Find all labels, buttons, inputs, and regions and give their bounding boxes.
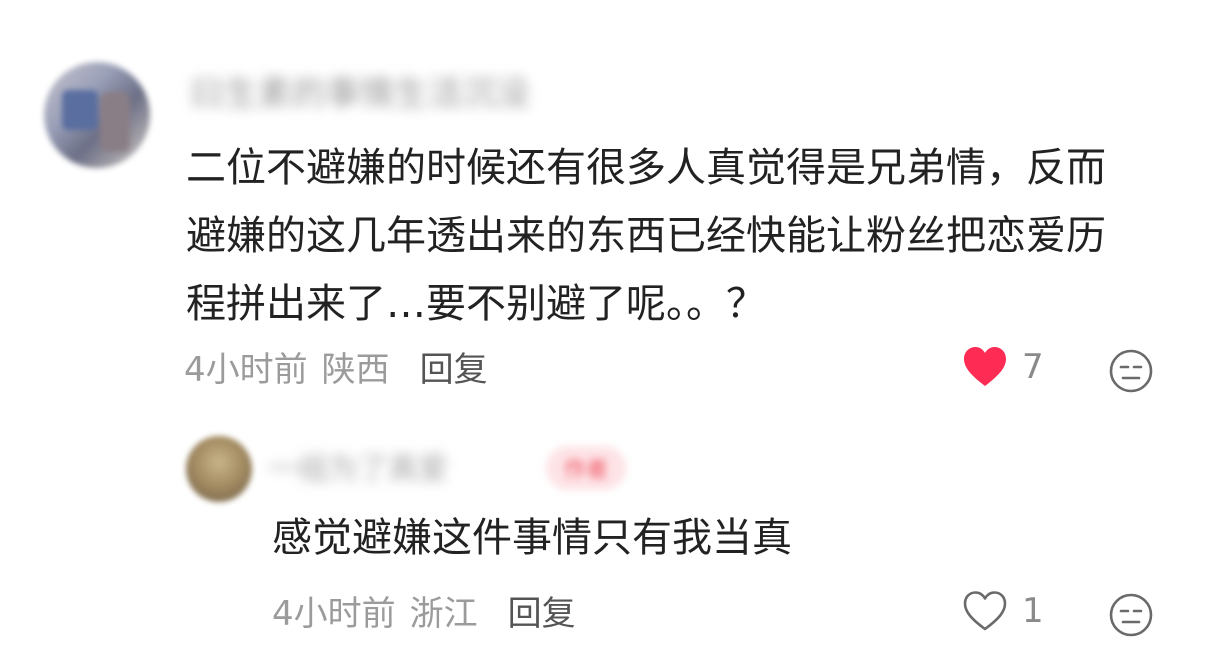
replier-username[interactable]: 一组为了真爱 bbox=[268, 444, 448, 488]
comment-like-count: 7 bbox=[1022, 347, 1044, 387]
author-badge: 作者 bbox=[546, 446, 626, 490]
comment-text-line: 二位不避嫌的时候还有很多人真觉得是兄弟情，反而 bbox=[186, 145, 1106, 191]
comment-text: 二位不避嫌的时候还有很多人真觉得是兄弟情，反而 避嫌的这几年透出来的东西已经快能… bbox=[186, 134, 1166, 338]
comment-meta: 4小时前 陕西 回复 bbox=[184, 350, 488, 390]
comment-like-button[interactable]: 7 bbox=[962, 346, 1044, 388]
reply-reply-button[interactable]: 回复 bbox=[508, 594, 576, 634]
comment-time: 4小时前 bbox=[184, 350, 308, 390]
author-badge-label: 作者 bbox=[563, 458, 608, 483]
heart-outline-icon bbox=[963, 591, 1007, 631]
reply-like-button[interactable]: 1 bbox=[962, 590, 1044, 632]
commenter-avatar[interactable] bbox=[44, 62, 150, 168]
reply-meta: 4小时前 浙江 回复 bbox=[272, 594, 576, 634]
reply-location: 浙江 bbox=[409, 594, 478, 634]
heart-filled-icon bbox=[964, 347, 1006, 386]
reply-time: 4小时前 bbox=[272, 594, 396, 634]
comment-text-line: 避嫌的这几年透出来的东西已经快能让粉丝把恋爱历 bbox=[186, 213, 1106, 259]
comment-location: 陕西 bbox=[321, 350, 390, 390]
replier-avatar[interactable] bbox=[186, 436, 252, 502]
comment-text-line: 程拼出来了…要不别避了呢。。？ bbox=[186, 281, 766, 327]
meh-face-icon[interactable] bbox=[1108, 348, 1154, 394]
meh-face-icon[interactable] bbox=[1108, 592, 1154, 638]
reply-like-count: 1 bbox=[1022, 591, 1044, 631]
comment-reply-button[interactable]: 回复 bbox=[420, 350, 488, 390]
reply-text: 感觉避嫌这件事情只有我当真 bbox=[272, 515, 792, 561]
commenter-username[interactable]: 曰生素的事情生活沉没 bbox=[190, 66, 530, 115]
